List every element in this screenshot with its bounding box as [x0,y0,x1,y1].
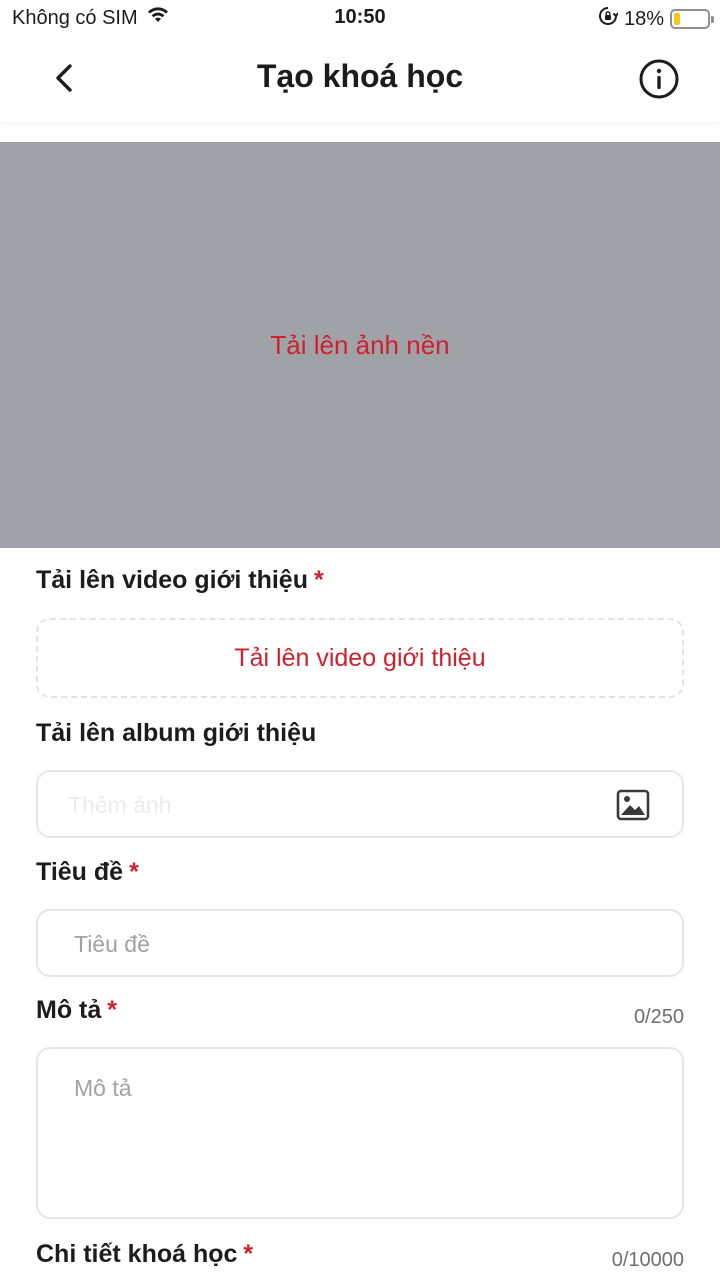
description-label: Mô tả * [36,996,117,1025]
description-textarea[interactable]: Mô tả [36,1047,684,1219]
cover-upload-label: Tải lên ảnh nền [270,329,450,360]
page-title: Tạo khoá học [256,58,464,94]
details-counter: 0/10000 [611,1249,684,1271]
details-label: Chi tiết khoá học * [36,1240,253,1269]
description-counter: 0/250 [633,1006,684,1028]
album-upload-field[interactable]: Thêm ảnh [36,770,684,838]
description-label-text: Mô tả [36,996,102,1024]
title-placeholder: Tiêu đề [74,931,150,957]
info-button[interactable] [638,58,680,100]
required-mark: * [107,996,118,1024]
title-label-text: Tiêu đề [36,858,124,886]
required-mark: * [313,566,324,594]
battery-level-fill [674,13,680,25]
upload-video-button-label: Tải lên video giới thiệu [234,643,486,672]
title-input[interactable]: Tiêu đề [36,909,684,977]
orientation-lock-icon [598,6,619,32]
intro-video-label-text: Tải lên video giới thiệu [36,566,308,594]
required-mark: * [243,1240,254,1268]
navigation-header: Tạo khoá học [0,36,720,122]
album-label: Tải lên album giới thiệu [36,719,317,747]
album-placeholder: Thêm ảnh [68,792,172,818]
battery-percent: 18% [623,7,664,30]
status-right: 18% [598,6,714,32]
required-mark: * [129,858,139,886]
description-placeholder: Mô tả [74,1075,132,1101]
info-icon [639,59,679,99]
upload-video-button[interactable]: Tải lên video giới thiệu [36,618,684,698]
status-bar: Không có SIM 10:50 18% [0,0,720,36]
cover-image-upload[interactable]: Tải lên ảnh nền [0,142,720,548]
battery-icon [670,9,714,29]
title-label: Tiêu đề * [36,858,139,887]
intro-video-label: Tải lên video giới thiệu * [36,566,324,595]
image-icon[interactable] [616,788,650,822]
details-label-text: Chi tiết khoá học [36,1240,238,1268]
